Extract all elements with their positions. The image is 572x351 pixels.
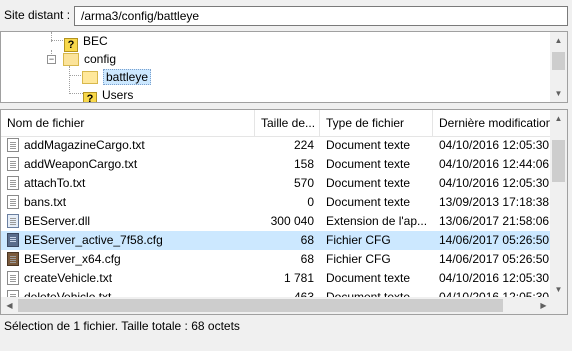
file-date: 14/06/2017 05:26:50 — [439, 252, 550, 266]
tree-item-battleye[interactable]: battleye — [82, 68, 152, 86]
file-date: 13/09/2013 17:18:38 — [439, 195, 550, 209]
text-file-icon — [7, 157, 19, 171]
file-type: Fichier CFG — [326, 252, 391, 266]
file-date: 13/06/2017 21:58:06 — [439, 214, 550, 228]
column-header-date[interactable]: Dernière modification — [433, 110, 552, 136]
scroll-left-icon[interactable]: ◀ — [1, 297, 18, 314]
file-type: Document texte — [326, 138, 411, 152]
scroll-up-icon[interactable]: ▲ — [550, 110, 567, 127]
file-size: 1 781 — [283, 271, 314, 285]
file-row[interactable]: BEServer.dll 300 040 Extension de l'ap..… — [1, 212, 552, 231]
file-row-selected[interactable]: BEServer_active_7f58.cfg 68 Fichier CFG … — [1, 231, 552, 250]
file-name: BEServer_x64.cfg — [24, 252, 121, 266]
scrollbar-thumb[interactable] — [552, 140, 565, 182]
cfg-file-icon — [7, 252, 19, 266]
file-list-horizontal-scrollbar[interactable]: ◀ ▶ — [1, 297, 552, 314]
file-row[interactable]: BEServer_x64.cfg 68 Fichier CFG 14/06/20… — [1, 250, 552, 269]
file-date: 04/10/2016 12:05:30 — [439, 176, 550, 190]
file-size: 158 — [293, 157, 314, 171]
text-file-icon — [7, 176, 19, 190]
file-type: Document texte — [326, 157, 411, 171]
file-name: createVehicle.txt — [24, 271, 113, 285]
file-list-vertical-scrollbar[interactable]: ▲ ▼ — [550, 110, 567, 298]
tree-item-label: config — [84, 52, 117, 66]
collapse-config-toggle[interactable]: − — [47, 55, 56, 64]
file-size: 68 — [300, 252, 314, 266]
remote-file-list[interactable]: Nom de fichier Taille de... Type de fich… — [0, 109, 568, 315]
file-row[interactable]: bans.txt 0 Document texte 13/09/2013 17:… — [1, 193, 552, 212]
tree-item-label: battleye — [103, 69, 152, 85]
file-date: 04/10/2016 12:05:30 — [439, 271, 550, 285]
scroll-down-icon[interactable]: ▼ — [550, 281, 567, 298]
file-row[interactable]: addMagazineCargo.txt 224 Document texte … — [1, 136, 552, 155]
folder-icon — [82, 71, 98, 84]
file-type: Document texte — [326, 195, 411, 209]
bottom-panel-edge — [0, 337, 572, 351]
scrollbar-corner — [550, 297, 567, 314]
pane-edge — [568, 31, 572, 321]
tree-item-label: BEC — [83, 34, 108, 48]
scrollbar-thumb[interactable] — [18, 299, 503, 312]
file-name: addWeaponCargo.txt — [24, 157, 138, 171]
scroll-up-icon[interactable]: ▲ — [550, 32, 567, 49]
remote-site-bar: Site distant : /arma3/config/battleye — [0, 0, 572, 31]
tree-item-users[interactable]: ? Users — [83, 86, 134, 102]
tree-item-config[interactable]: config — [63, 50, 116, 68]
text-file-icon — [7, 195, 19, 209]
scrollbar-thumb[interactable] — [552, 52, 565, 70]
file-name: BEServer_active_7f58.cfg — [24, 233, 163, 247]
file-name: attachTo.txt — [24, 176, 86, 190]
file-type: Extension de l'ap... — [326, 214, 428, 228]
file-row[interactable]: createVehicle.txt 1 781 Document texte 0… — [1, 269, 552, 288]
remote-path-input[interactable]: /arma3/config/battleye — [74, 6, 568, 26]
scroll-down-icon[interactable]: ▼ — [550, 85, 567, 102]
dll-file-icon — [7, 214, 19, 228]
file-type: Fichier CFG — [326, 233, 391, 247]
file-size: 68 — [300, 233, 314, 247]
tree-item-bec[interactable]: ? BEC — [64, 32, 108, 52]
text-file-icon — [7, 138, 19, 152]
file-name: BEServer.dll — [24, 214, 91, 228]
file-list-header: Nom de fichier Taille de... Type de fich… — [1, 110, 552, 137]
file-size: 300 040 — [270, 214, 314, 228]
text-file-icon — [7, 271, 19, 285]
cfg-file-icon — [7, 233, 19, 247]
column-header-name[interactable]: Nom de fichier — [1, 110, 255, 136]
tree-vertical-scrollbar[interactable]: ▲ ▼ — [550, 32, 567, 102]
file-size: 224 — [293, 138, 314, 152]
tree-item-label: Users — [102, 88, 134, 102]
file-size: 570 — [293, 176, 314, 190]
file-row[interactable]: addWeaponCargo.txt 158 Document texte 04… — [1, 155, 552, 174]
file-type: Document texte — [326, 176, 411, 190]
file-size: 0 — [307, 195, 314, 209]
file-date: 04/10/2016 12:44:06 — [439, 157, 550, 171]
column-header-type[interactable]: Type de fichier — [320, 110, 433, 136]
folder-icon — [63, 53, 79, 66]
status-bar: Sélection de 1 fichier. Taille totale : … — [0, 315, 572, 337]
remote-directory-tree[interactable]: − ? BEC config battleye ? Users ▲ ▼ — [0, 31, 568, 103]
file-name: bans.txt — [24, 195, 67, 209]
column-header-size[interactable]: Taille de... — [255, 110, 320, 136]
file-date: 04/10/2016 12:05:30 — [439, 138, 550, 152]
remote-site-label: Site distant : — [4, 8, 71, 22]
file-type: Document texte — [326, 271, 411, 285]
file-row[interactable]: attachTo.txt 570 Document texte 04/10/20… — [1, 174, 552, 193]
file-date: 14/06/2017 05:26:50 — [439, 233, 550, 247]
question-icon: ? — [83, 92, 97, 102]
file-name: addMagazineCargo.txt — [24, 138, 145, 152]
